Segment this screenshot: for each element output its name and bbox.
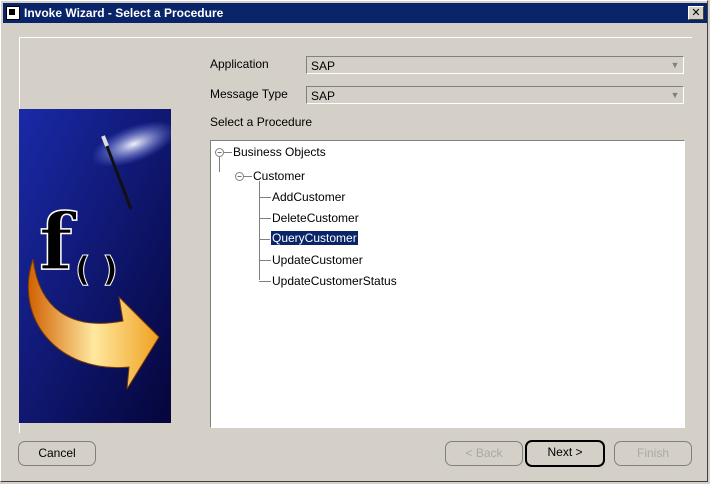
tree-group-customer[interactable]: Customer — [253, 169, 305, 183]
title-bar: Invoke Wizard - Select a Procedure ✕ — [3, 3, 707, 23]
finish-button[interactable]: Finish — [614, 441, 692, 466]
tree-item[interactable]: DeleteCustomer — [272, 211, 359, 225]
close-icon[interactable]: ✕ — [688, 6, 704, 20]
app-icon — [6, 6, 20, 20]
procedure-tree[interactable]: − Business Objects − Customer AddCustome… — [210, 140, 685, 428]
message-type-value: SAP — [311, 89, 336, 103]
wizard-graphic: f ( ) — [19, 109, 171, 423]
tree-root-business-objects[interactable]: Business Objects — [233, 145, 326, 159]
message-type-combo[interactable]: SAP ▼ — [306, 86, 684, 104]
tree-item[interactable]: UpdateCustomerStatus — [272, 274, 397, 288]
svg-text:( ): ( ) — [75, 250, 118, 290]
chevron-down-icon[interactable]: ▼ — [669, 89, 681, 101]
tree-item[interactable]: UpdateCustomer — [272, 253, 363, 267]
cancel-button[interactable]: Cancel — [18, 441, 96, 466]
svg-text:f: f — [39, 197, 77, 288]
collapse-icon[interactable]: − — [235, 172, 244, 181]
back-button[interactable]: < Back — [445, 441, 523, 466]
application-value: SAP — [311, 59, 336, 73]
message-type-label: Message Type — [210, 87, 288, 101]
procedure-label: Select a Procedure — [210, 115, 313, 129]
tree-item[interactable]: AddCustomer — [272, 190, 345, 204]
next-button[interactable]: Next > — [525, 440, 605, 467]
window-title: Invoke Wizard - Select a Procedure — [24, 6, 224, 20]
application-label: Application — [210, 57, 269, 71]
chevron-down-icon[interactable]: ▼ — [669, 59, 681, 71]
function-logo-icon: f ( ) — [19, 109, 171, 423]
collapse-icon[interactable]: − — [215, 148, 224, 157]
application-combo[interactable]: SAP ▼ — [306, 56, 684, 74]
tree-item-selected[interactable]: QueryCustomer — [270, 230, 359, 246]
